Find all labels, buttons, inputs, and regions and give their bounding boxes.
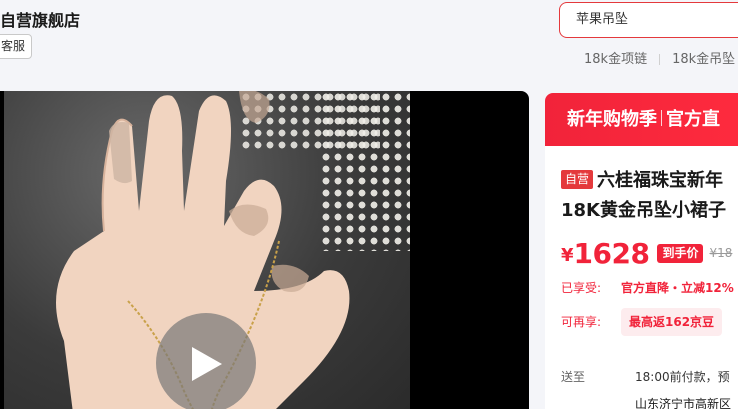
play-icon (192, 347, 222, 381)
enjoyed-discount-row: 已享受: 官方直降・立减12% (561, 279, 734, 296)
shipping-row: 送至 18:00前付款，预 (561, 368, 730, 385)
ship-label: 送至 (561, 370, 586, 384)
search-box[interactable] (559, 2, 738, 38)
promo-banner-text: 新年购物季 (567, 109, 657, 130)
self-operated-badge: 自营 (561, 170, 594, 189)
product-title-line: 六桂福珠宝新年 (597, 170, 724, 191)
promo-banner[interactable]: 新年购物季 官方直 (545, 93, 738, 146)
delivery-address[interactable]: 山东济宁市高新区 (635, 395, 731, 409)
final-price-badge: 到手价 (657, 244, 704, 263)
customer-service-button[interactable]: 客服 (0, 34, 33, 59)
hot-search-words: 18k金项链 18k金吊坠 (584, 48, 735, 67)
promo-banner-text: 官方直 (666, 109, 720, 130)
shop-name[interactable]: 自营旗舰店 (0, 7, 80, 31)
delivery-promise: 18:00前付款，预 (635, 370, 730, 384)
enjoyed-value[interactable]: 官方直降・立减12% (621, 281, 734, 295)
divider (659, 54, 661, 65)
product-video[interactable] (0, 91, 529, 409)
divider (661, 110, 662, 126)
price-symbol: ¥ (561, 245, 574, 266)
search-input[interactable] (576, 3, 738, 37)
original-price: ¥18 (709, 246, 733, 260)
product-title-line: 18K黄金吊坠小裙子 (561, 200, 726, 221)
price-value: 1628 (573, 237, 650, 270)
hot-word-link[interactable]: 18k金吊坠 (672, 48, 735, 67)
more-label: 可再享: (561, 315, 602, 329)
price-row: ¥1628 到手价 ¥18 (561, 237, 732, 270)
enjoyed-label: 已享受: (561, 281, 602, 295)
hot-word-link[interactable]: 18k金项链 (584, 48, 647, 67)
jd-beans-badge[interactable]: 最高返162京豆 (621, 308, 723, 336)
product-info-panel: 新年购物季 官方直 自营 六桂福珠宝新年 18K黄金吊坠小裙子 ¥1628 到手价 ¥1… (545, 93, 738, 409)
product-title: 自营 六桂福珠宝新年 18K黄金吊坠小裙子 (561, 166, 738, 226)
extra-benefit-row: 可再享: 最高返162京豆 (561, 308, 723, 336)
play-button[interactable] (156, 313, 256, 409)
